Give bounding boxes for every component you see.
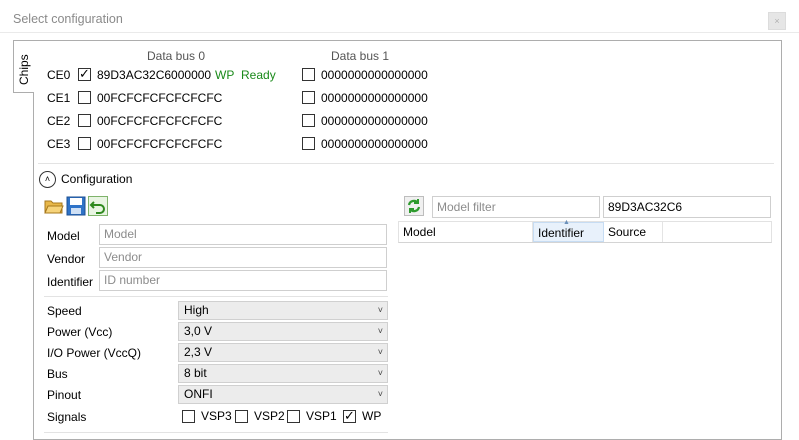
- chevron-down-icon: ˅: [377, 389, 383, 399]
- signal-checkbox-vsp1[interactable]: [287, 410, 300, 423]
- bus1-chip-checkbox[interactable]: [302, 114, 315, 127]
- chip-wp-badge: WP: [215, 68, 235, 82]
- window-title: Select configuration: [13, 12, 123, 26]
- bottom-divider: [44, 432, 388, 433]
- bus-value: 8 bit: [184, 366, 207, 380]
- chevron-down-icon: ˅: [377, 326, 383, 336]
- chip-status: Ready: [241, 68, 276, 82]
- bus1-chip-id: 0000000000000000: [321, 68, 428, 82]
- bus0-chip-checkbox[interactable]: [78, 66, 91, 82]
- io-power-value: 2,3 V: [184, 345, 213, 359]
- chevron-down-icon: ˅: [377, 368, 383, 378]
- bus-select[interactable]: 8 bit ˅: [178, 364, 388, 383]
- bus0-header: Data bus 0: [147, 49, 206, 63]
- bus1-chip-checkbox[interactable]: [302, 91, 315, 104]
- chip-ce-label: CE1: [47, 91, 71, 105]
- signal-label: VSP3: [201, 409, 232, 423]
- config-divider: [44, 296, 388, 297]
- model-label: Model: [47, 229, 80, 243]
- speed-value: High: [184, 303, 209, 317]
- signal-checkbox-vsp2[interactable]: [235, 410, 248, 423]
- bus1-chip-id: 0000000000000000: [321, 91, 428, 105]
- bus0-chip-id: 89D3AC32C6000000: [97, 68, 212, 82]
- speed-select[interactable]: High ˅: [178, 301, 388, 320]
- undo-icon[interactable]: [88, 196, 108, 216]
- power-label: Power (Vcc): [47, 325, 113, 339]
- signals-label: Signals: [47, 410, 87, 424]
- column-source[interactable]: Source: [604, 222, 663, 242]
- signal-label: VSP2: [254, 409, 285, 423]
- io-power-select[interactable]: 2,3 V ˅: [178, 343, 388, 362]
- close-button[interactable]: ×: [768, 12, 786, 30]
- bus0-chip-id: 00FCFCFCFCFCFCFC: [97, 137, 223, 151]
- chips-divider: [38, 163, 774, 164]
- power-select[interactable]: 3,0 V ˅: [178, 322, 388, 341]
- bus0-chip-checkbox[interactable]: [78, 137, 91, 150]
- signal-label: WP: [362, 409, 382, 423]
- bus0-chip-checkbox[interactable]: [78, 114, 91, 127]
- power-value: 3,0 V: [184, 324, 213, 338]
- bus1-chip-id: 0000000000000000: [321, 137, 428, 151]
- pinout-label: Pinout: [47, 388, 82, 402]
- model-filter-input[interactable]: Model filter: [432, 196, 600, 218]
- pinout-value: ONFI: [184, 387, 213, 401]
- io-power-label: I/O Power (VccQ): [47, 346, 142, 360]
- bus0-chip-checkbox[interactable]: [78, 91, 91, 104]
- configuration-label: Configuration: [61, 172, 133, 186]
- signal-checkbox-wp[interactable]: [343, 408, 356, 424]
- tab-chips-label: Chips: [17, 54, 31, 85]
- bus1-chip-checkbox[interactable]: [302, 68, 315, 81]
- bus0-chip-id: 00FCFCFCFCFCFCFC: [97, 114, 223, 128]
- bus1-chip-checkbox[interactable]: [302, 137, 315, 150]
- vendor-label: Vendor: [47, 252, 86, 266]
- signal-label: VSP1: [306, 409, 337, 423]
- bus1-header: Data bus 1: [331, 49, 390, 63]
- vendor-field[interactable]: Vendor: [99, 247, 387, 268]
- identifier-field[interactable]: ID number: [99, 270, 387, 291]
- sort-arrow-icon: ▲: [563, 219, 570, 226]
- identifier-filter-input[interactable]: 89D3AC32C6: [603, 196, 771, 218]
- chip-ce-label: CE3: [47, 137, 71, 151]
- refresh-icon[interactable]: [404, 196, 424, 216]
- bus-label: Bus: [47, 367, 68, 381]
- identifier-label: Identifier: [47, 275, 94, 289]
- folder-open-icon[interactable]: [44, 196, 64, 216]
- bus0-chip-id: 00FCFCFCFCFCFCFC: [97, 91, 223, 105]
- model-field[interactable]: Model: [99, 224, 387, 245]
- chip-ce-label: CE2: [47, 114, 71, 128]
- models-grid-header: Model Identifier Source ▲: [398, 219, 772, 243]
- save-icon[interactable]: [66, 196, 86, 216]
- column-model[interactable]: Model: [399, 222, 533, 242]
- pinout-select[interactable]: ONFI ˅: [178, 385, 388, 404]
- chevron-down-icon: ˅: [377, 347, 383, 357]
- chevron-down-icon: ˅: [377, 305, 383, 315]
- signal-checkbox-vsp3[interactable]: [182, 410, 195, 423]
- speed-label: Speed: [47, 304, 82, 318]
- title-divider: [0, 32, 799, 33]
- tab-chips[interactable]: Chips: [13, 40, 34, 93]
- chip-ce-label: CE0: [47, 68, 71, 82]
- bus1-chip-id: 0000000000000000: [321, 114, 428, 128]
- collapse-icon[interactable]: ˄: [39, 171, 56, 188]
